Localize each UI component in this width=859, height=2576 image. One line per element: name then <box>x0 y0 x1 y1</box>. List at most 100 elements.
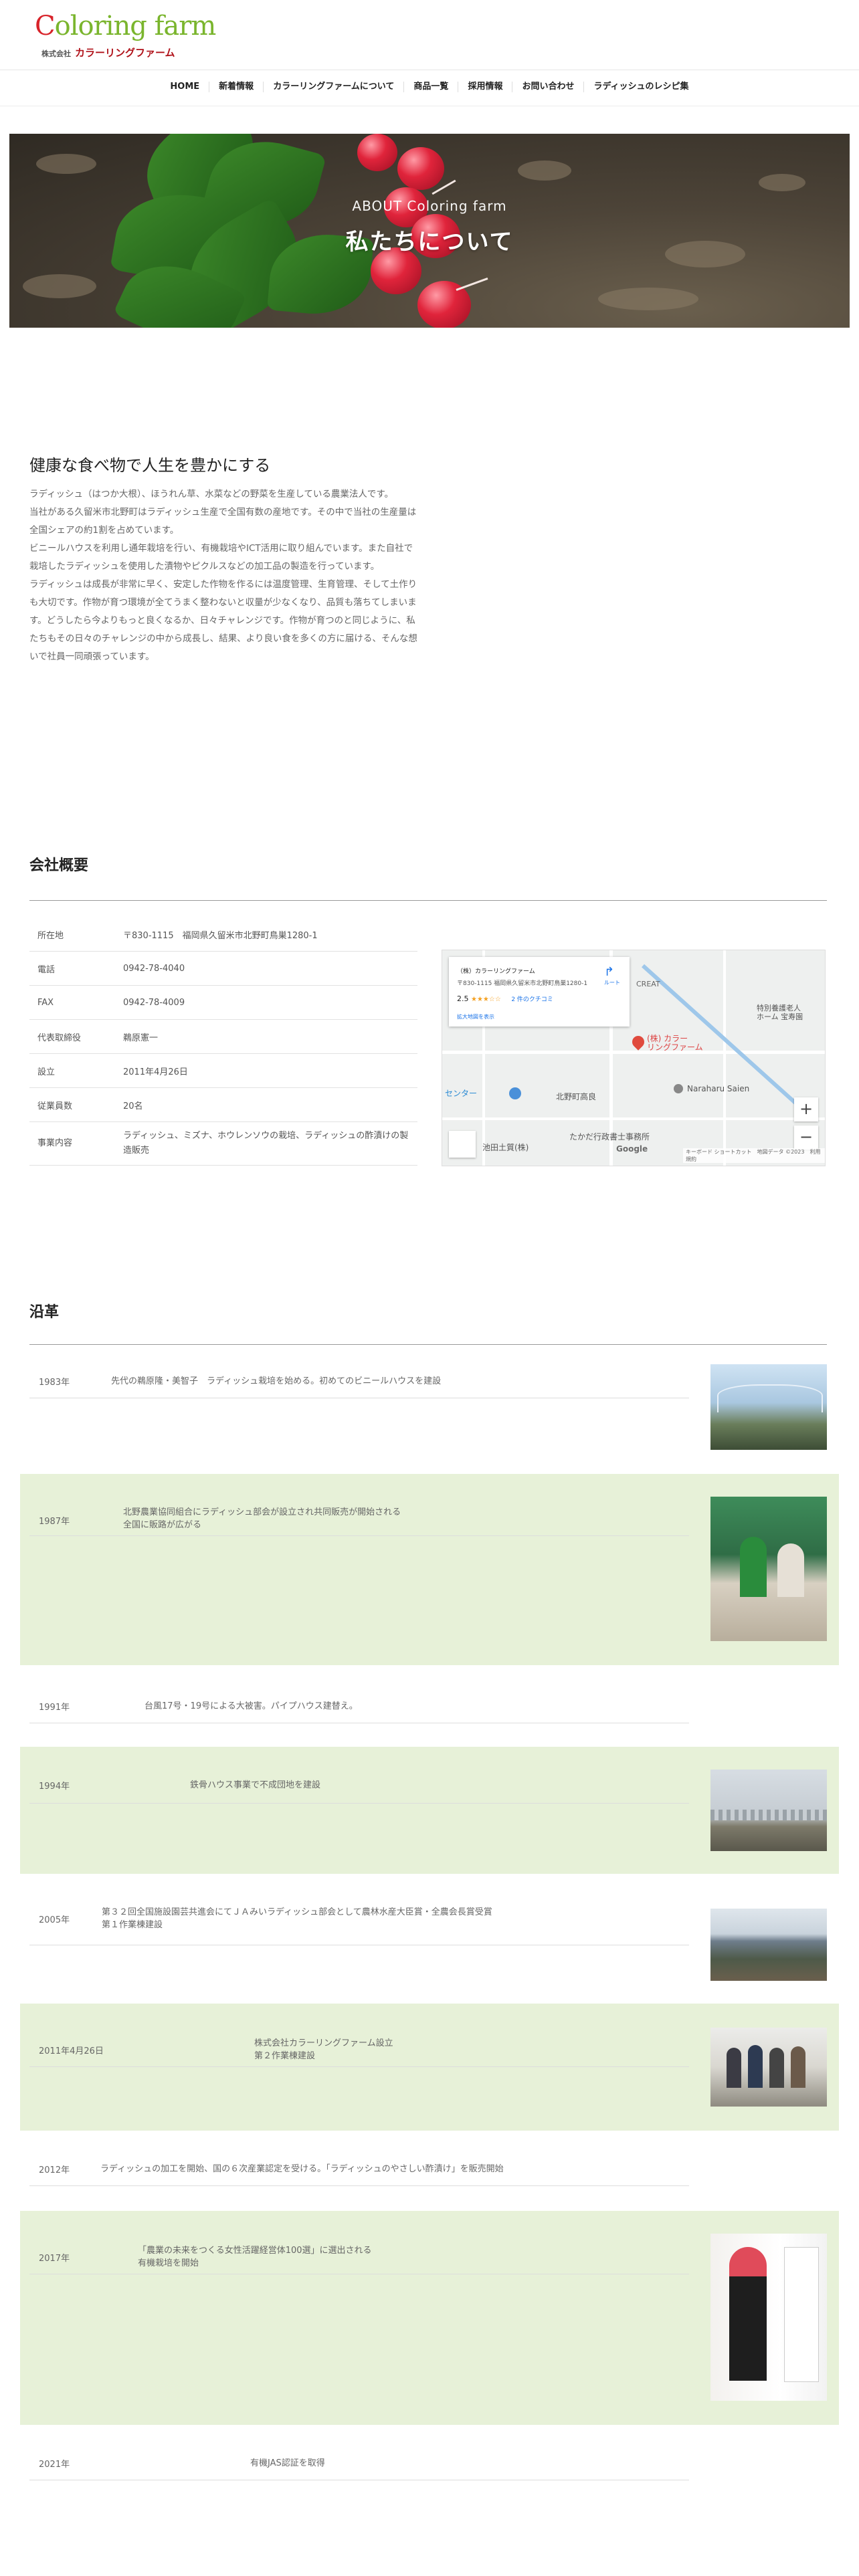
history-year: 2021年 <box>39 2460 70 2470</box>
history-divider <box>29 1344 827 1345</box>
history-text: 「農業の未来をつくる女性活躍経営体100選」に選出される 有機栽培を開始 <box>138 2246 372 2268</box>
logo-wordmark: Coloring farm <box>35 11 216 41</box>
map-pin-label: (株) カラー リングファーム <box>647 1034 703 1052</box>
nav-news[interactable]: 新着情報 <box>209 82 263 92</box>
company-value: ラディッシュ、ミズナ、ホウレンソウの栽培、ラディッシュの酢漬けの製造販売 <box>115 1121 417 1166</box>
intro-body: ラディッシュ（はつか大根）、ほうれん草、水菜などの野菜を生産している農業法人です… <box>29 486 417 666</box>
hero-banner: ABOUT Coloring farm 私たちについて <box>9 134 850 328</box>
map-pin-icon[interactable] <box>630 1033 647 1051</box>
map-road <box>723 950 726 1166</box>
radish-shape <box>357 134 397 171</box>
nav-recipes[interactable]: ラディッシュのレシピ集 <box>583 82 698 92</box>
history-heading: 沿革 <box>29 1304 60 1321</box>
company-value: 0942-78-4009 <box>115 985 417 1020</box>
main-nav: HOME 新着情報 カラーリングファームについて 商品一覧 採用情報 お問い合わ… <box>0 74 859 100</box>
history-year: 1983年 <box>39 1378 70 1388</box>
intro-heading: 健康な食べ物で人生を豊かにする <box>29 456 271 475</box>
history-text: 第３２回全国施設園芸共進会にてＪＡみいラディッシュ部会として農林水産大臣賞・全農… <box>102 1907 492 1930</box>
history-text: 株式会社カラーリングファーム設立 第２作業棟建設 <box>254 2038 393 2061</box>
soil-clod <box>518 160 571 181</box>
map-road <box>442 1117 825 1120</box>
company-key: 事業内容 <box>29 1121 115 1166</box>
history-year: 2005年 <box>39 1915 70 1925</box>
directions-icon[interactable]: ↱ ルート <box>604 965 620 986</box>
map-label: 特別養護老人 ホーム 宝寿園 <box>757 1004 803 1021</box>
fullscreen-icon[interactable] <box>449 1131 476 1158</box>
zoom-in-button[interactable]: + <box>794 1097 818 1121</box>
map-poi-icon[interactable] <box>674 1084 683 1093</box>
map-label: CREAT <box>636 980 660 988</box>
history-year: 2011年4月26日 <box>39 2046 104 2056</box>
greenhouse-shape <box>710 1810 827 1820</box>
map-card-title: （株）カラーリングファーム <box>457 968 535 975</box>
history-year: 1987年 <box>39 1517 70 1527</box>
history-row-line <box>29 2185 689 2186</box>
nav-contact[interactable]: お問い合わせ <box>512 82 583 92</box>
table-row: 代表取締役 鵜原憲一 <box>29 1019 417 1054</box>
history-text: 有機JAS認証を取得 <box>250 2458 325 2468</box>
company-value: 0942-78-4040 <box>115 951 417 986</box>
company-heading: 会社概要 <box>29 857 89 874</box>
person-shape <box>740 1537 767 1597</box>
certificate-shape <box>784 2247 819 2382</box>
soil-clod <box>598 288 698 310</box>
person-shape <box>729 2247 767 2381</box>
logo-company-name: 株式会社 カラーリングファーム <box>41 47 175 59</box>
company-divider <box>29 900 827 901</box>
history-text: ラディッシュの加工を開始、国の６次産業認定を受ける。「ラディッシュのやさしい酢漬… <box>100 2164 504 2174</box>
nav-about[interactable]: カラーリングファームについて <box>263 82 403 92</box>
zoom-out-button[interactable]: − <box>794 1125 818 1150</box>
company-key: 所在地 <box>29 918 115 952</box>
map-rating-value: 2.5 <box>457 994 469 1003</box>
history-photo <box>710 2234 827 2401</box>
person-shape <box>791 2046 805 2088</box>
map-reviews-link[interactable]: 2 件のクチコミ <box>511 996 553 1003</box>
history-row-line <box>29 1803 689 1804</box>
greenhouse-shape <box>717 1384 823 1412</box>
nav-products[interactable]: 商品一覧 <box>403 82 458 92</box>
history-text: 鉄骨ハウス事業で不成団地を建設 <box>190 1780 321 1790</box>
intro-paragraph: ラディッシュは成長が非常に早く、安定した作物を作るには温度管理、生育管理、そして… <box>29 579 417 662</box>
site-logo[interactable]: Coloring farm 株式会社 カラーリングファーム <box>35 11 216 63</box>
map-poi-icon[interactable] <box>509 1087 521 1099</box>
map-label: たかだ行政書士事務所 <box>569 1132 650 1142</box>
history-year: 2012年 <box>39 2165 70 2175</box>
map-label: 池田土質(株) <box>482 1143 529 1152</box>
google-map[interactable]: （株）カラーリングファーム 〒830-1115 福岡県久留米市北野町鳥巣1280… <box>442 950 826 1166</box>
company-value: 20名 <box>115 1087 417 1122</box>
map-card-address: 〒830-1115 福岡県久留米市北野町鳥巣1280-1 <box>457 980 588 987</box>
company-key: 代表取締役 <box>29 1019 115 1054</box>
soil-clod <box>36 154 96 174</box>
map-larger-link[interactable]: 拡大地図を表示 <box>457 1013 494 1021</box>
intro-paragraph: ビニールハウスを利用し通年栽培を行い、有機栽培やICT活用に取り組んでいます。ま… <box>29 543 413 572</box>
table-row: 設立 2011年4月26日 <box>29 1053 417 1088</box>
company-value: 〒830-1115 福岡県久留米市北野町鳥巣1280-1 <box>115 918 417 952</box>
person-shape <box>777 1543 804 1597</box>
table-row: FAX 0942-78-4009 <box>29 985 417 1020</box>
company-key: FAX <box>29 985 115 1020</box>
map-label: センター <box>445 1089 478 1098</box>
nav-home[interactable]: HOME <box>161 82 209 92</box>
map-road <box>442 1051 825 1054</box>
table-row: 従業員数 20名 <box>29 1087 417 1122</box>
history-year: 2017年 <box>39 2254 70 2264</box>
company-value: 2011年4月26日 <box>115 1053 417 1088</box>
map-footer: キーボード ショートカット 地図データ ©2023 利用規約 <box>683 1148 825 1163</box>
history-year: 1991年 <box>39 1703 70 1713</box>
radish-shape <box>397 147 444 190</box>
history-photo <box>710 1497 827 1641</box>
hero-text: ABOUT Coloring farm 私たちについて <box>9 198 850 256</box>
intro-paragraph: 当社がある久留米市北野町はラディッシュ生産で全国有数の産地です。その中で当社の生… <box>29 507 417 536</box>
history-photo <box>710 1909 827 1981</box>
map-label: 北野町高良 <box>556 1092 597 1101</box>
person-shape <box>748 2045 763 2088</box>
company-key: 電話 <box>29 951 115 986</box>
history-photo <box>710 1364 827 1450</box>
history-text: 北野農業協同組合にラディッシュ部会が設立され共同販売が開始される 全国に販路が広… <box>123 1507 401 1530</box>
directions-label: ルート <box>604 980 620 986</box>
map-info-card: （株）カラーリングファーム 〒830-1115 福岡県久留米市北野町鳥巣1280… <box>449 957 630 1027</box>
person-shape <box>769 2048 784 2088</box>
nav-recruit[interactable]: 採用情報 <box>458 82 512 92</box>
history-row-line <box>29 2066 689 2067</box>
history-photo <box>710 2028 827 2107</box>
